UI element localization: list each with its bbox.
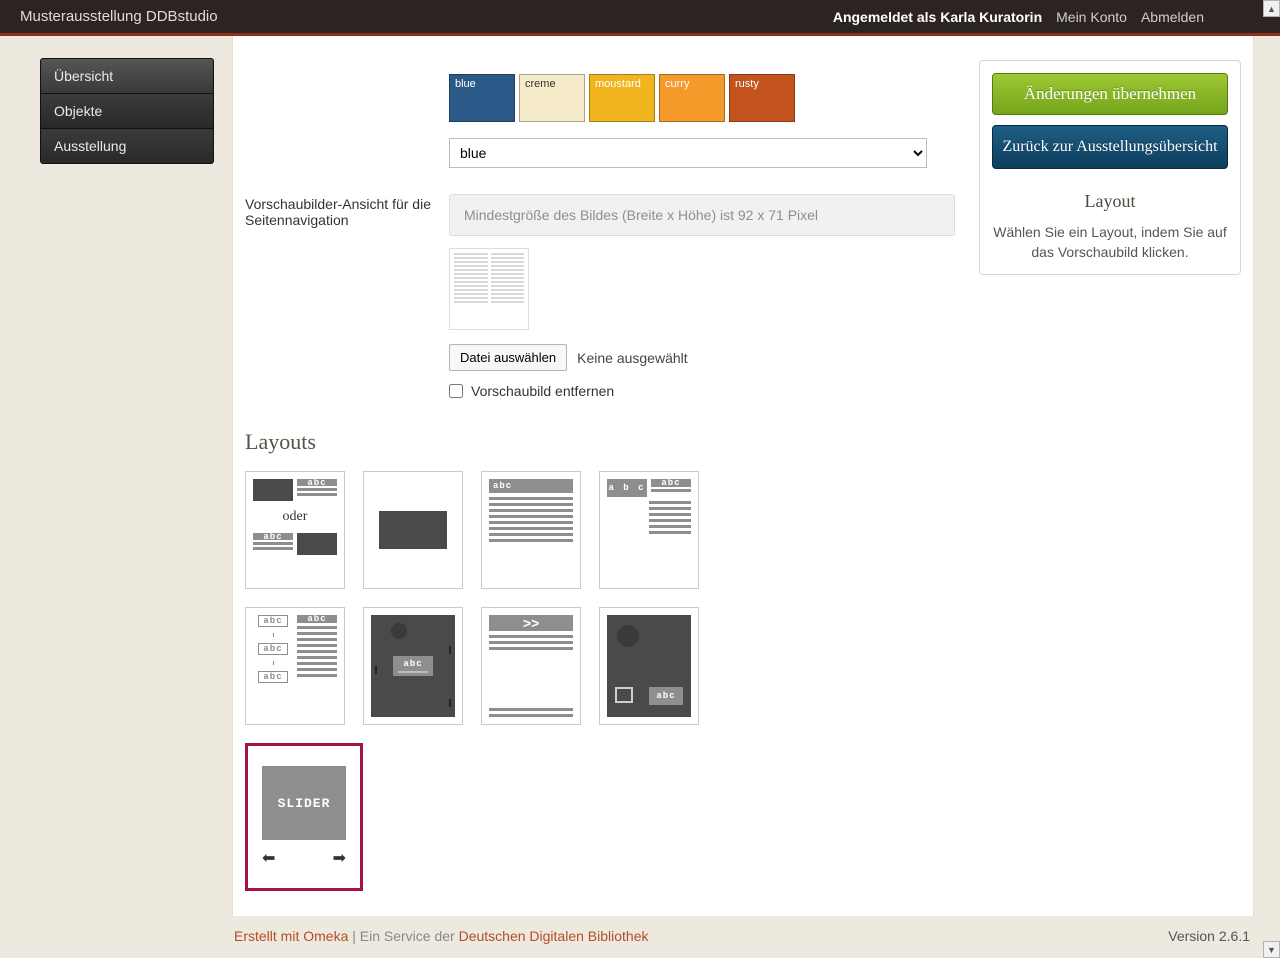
layout-grid: abc oder abc	[245, 471, 765, 891]
sidebar-item-ausstellung[interactable]: Ausstellung	[41, 129, 213, 163]
swatch-curry[interactable]: curry	[659, 74, 725, 122]
topbar: Musterausstellung DDBstudio Angemeldet a…	[0, 0, 1280, 36]
remove-thumbnail-row[interactable]: Vorschaubild entfernen	[449, 383, 955, 399]
color-row-label	[245, 46, 431, 168]
aside-layout-help: Wählen Sie ein Layout, indem Sie auf das…	[992, 222, 1228, 263]
arrow-left-icon: ⬅	[262, 848, 275, 868]
aside-column: Änderungen übernehmen Zurück zur Ausstel…	[979, 46, 1241, 891]
remove-thumbnail-label: Vorschaubild entfernen	[471, 383, 614, 399]
file-status: Keine ausgewählt	[577, 350, 688, 366]
footer-version: Version 2.6.1	[1168, 928, 1250, 944]
oder-label: oder	[253, 509, 337, 525]
footer-left: Erstellt mit Omeka | Ein Service der Deu…	[234, 928, 649, 944]
logout-link[interactable]: Abmelden	[1141, 9, 1204, 25]
swatch-label: creme	[525, 78, 556, 90]
color-swatches: blue creme moustard curry rusty	[449, 74, 955, 122]
layout-7-chevrons: >>	[489, 615, 573, 631]
scrollbar-up-icon[interactable]: ▲	[1263, 0, 1280, 17]
footer: Erstellt mit Omeka | Ein Service der Deu…	[0, 916, 1280, 958]
swatch-label: curry	[665, 78, 689, 90]
swatch-label: rusty	[735, 78, 759, 90]
page-wrap: ▼ Übersicht Objekte Ausstellung blue cre…	[0, 36, 1280, 958]
thumbnail-label: Vorschaubilder-Ansicht für die Seitennav…	[245, 194, 431, 399]
sidebar-item-uebersicht[interactable]: Übersicht	[41, 59, 213, 94]
layout-option-8[interactable]: abc	[599, 607, 699, 725]
swatch-label: moustard	[595, 78, 641, 90]
color-select[interactable]: blue	[449, 138, 927, 168]
swatch-rusty[interactable]: rusty	[729, 74, 795, 122]
layout-option-1[interactable]: abc oder abc	[245, 471, 345, 589]
thumbnail-row: Vorschaubilder-Ansicht für die Seitennav…	[245, 194, 955, 399]
footer-omeka-link[interactable]: Erstellt mit Omeka	[234, 928, 348, 944]
footer-ddb-link[interactable]: Deutschen Digitalen Bibliothek	[459, 928, 649, 944]
file-choose-button[interactable]: Datei auswählen	[449, 344, 567, 371]
brand-title[interactable]: Musterausstellung DDBstudio	[20, 8, 218, 25]
back-to-overview-button[interactable]: Zurück zur Ausstellungsübersicht	[992, 125, 1228, 169]
color-row: blue creme moustard curry rusty blue	[245, 46, 955, 168]
layout-option-7[interactable]: >>	[481, 607, 581, 725]
slider-label: SLIDER	[278, 796, 331, 811]
swatch-blue[interactable]: blue	[449, 74, 515, 122]
my-account-link[interactable]: Mein Konto	[1056, 9, 1127, 25]
swatch-moustard[interactable]: moustard	[589, 74, 655, 122]
topbar-right: Angemeldet als Karla Kuratorin Mein Kont…	[833, 9, 1260, 25]
swatch-label: blue	[455, 78, 476, 90]
thumbnail-hint: Mindestgröße des Bildes (Breite x Höhe) …	[449, 194, 955, 236]
arrow-right-icon: ➡	[333, 848, 346, 868]
file-chooser-row: Datei auswählen Keine ausgewählt	[449, 344, 955, 371]
content: blue creme moustard curry rusty blue Vor…	[232, 36, 1254, 916]
layout-option-5[interactable]: abc abc abc abc	[245, 607, 345, 725]
aside-box: Änderungen übernehmen Zurück zur Ausstel…	[979, 60, 1241, 275]
logged-in-as: Angemeldet als Karla Kuratorin	[833, 9, 1042, 25]
sidebar-item-objekte[interactable]: Objekte	[41, 94, 213, 129]
thumbnail-preview	[449, 248, 529, 330]
layout-option-3[interactable]: abc	[481, 471, 581, 589]
swatch-creme[interactable]: creme	[519, 74, 585, 122]
remove-thumbnail-checkbox[interactable]	[449, 384, 463, 398]
aside-layout-heading: Layout	[992, 191, 1228, 212]
apply-changes-button[interactable]: Änderungen übernehmen	[992, 73, 1228, 115]
layout-option-4[interactable]: a b c abc	[599, 471, 699, 589]
layouts-heading: Layouts	[245, 429, 955, 455]
scrollbar-down-icon[interactable]: ▼	[1263, 941, 1280, 958]
layout-option-slider[interactable]: SLIDER ⬅ ➡	[245, 743, 363, 891]
footer-mid: | Ein Service der	[352, 928, 458, 944]
layout-option-2[interactable]	[363, 471, 463, 589]
layout-option-6[interactable]: abc	[363, 607, 463, 725]
main-column: blue creme moustard curry rusty blue Vor…	[245, 46, 955, 891]
sidebar: Übersicht Objekte Ausstellung	[40, 58, 214, 164]
